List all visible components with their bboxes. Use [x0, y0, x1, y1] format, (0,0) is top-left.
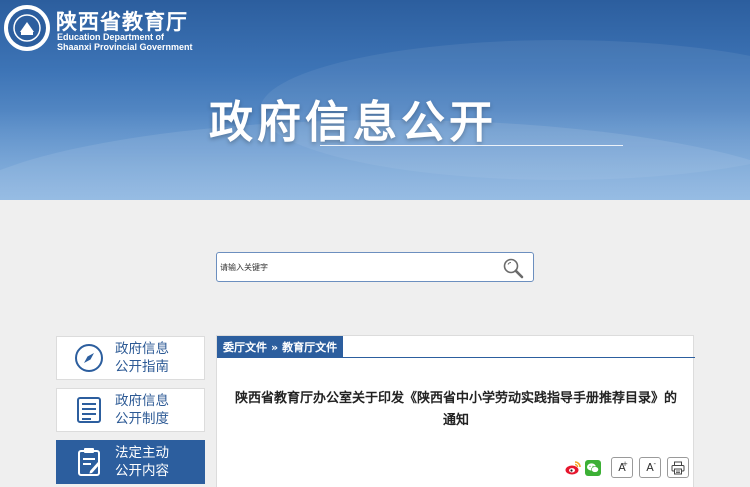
breadcrumb-separator: »	[271, 340, 279, 354]
article-title: 陕西省教育厅办公室关于印发《陕西省中小学劳动实践指导手册推荐目录》的 通知	[234, 391, 677, 428]
print-button[interactable]	[667, 457, 689, 478]
breadcrumb-underline	[217, 357, 695, 358]
search-input[interactable]	[220, 259, 490, 275]
sidebar-item-label: 政府信息 公开指南	[115, 341, 169, 375]
weibo-share-button[interactable]	[565, 460, 581, 476]
org-name-en-line2: Shaanxi Provincial Government	[57, 42, 193, 52]
search-icon	[503, 258, 524, 279]
clipboard-edit-icon	[71, 444, 107, 480]
search-button[interactable]	[501, 256, 525, 280]
wechat-share-button[interactable]	[585, 459, 601, 476]
article-panel: 委厅文件 » 教育厅文件 陕西省教育厅办公室关于印发《陕西省中小学劳动实践指导手…	[216, 335, 695, 487]
sidebar-item-disclosure-system[interactable]: 政府信息 公开制度	[56, 388, 205, 432]
print-icon	[671, 461, 685, 474]
list-document-icon	[71, 392, 107, 428]
sidebar-item-label: 政府信息 公开制度	[115, 393, 169, 427]
compass-icon	[71, 340, 107, 376]
search-box	[216, 252, 534, 282]
wechat-icon	[585, 459, 601, 476]
banner-title: 政府信息公开	[209, 97, 497, 148]
sidebar-item-disclosure-guide[interactable]: 政府信息 公开指南	[56, 336, 205, 380]
breadcrumb-item-department-docs[interactable]: 教育厅文件	[282, 339, 337, 355]
department-logo[interactable]	[4, 5, 50, 51]
breadcrumb: 委厅文件 » 教育厅文件	[217, 336, 344, 358]
banner-title-underline	[320, 145, 623, 146]
weibo-icon	[565, 460, 581, 474]
header-banner: 陕西省教育厅 Education Department of Shaanxi P…	[0, 0, 750, 200]
font-smaller-button[interactable]: A-	[639, 457, 661, 478]
breadcrumb-item-committee-docs[interactable]: 委厅文件	[223, 339, 267, 355]
emblem-icon	[8, 9, 46, 47]
article-toolbar: A + A-	[565, 457, 689, 478]
font-larger-button[interactable]: A +	[611, 457, 633, 478]
org-name-en-line1: Education Department of	[57, 32, 165, 42]
sidebar-item-label: 法定主动 公开内容	[115, 445, 169, 479]
sidebar-item-statutory-disclosure[interactable]: 法定主动 公开内容	[56, 440, 205, 484]
